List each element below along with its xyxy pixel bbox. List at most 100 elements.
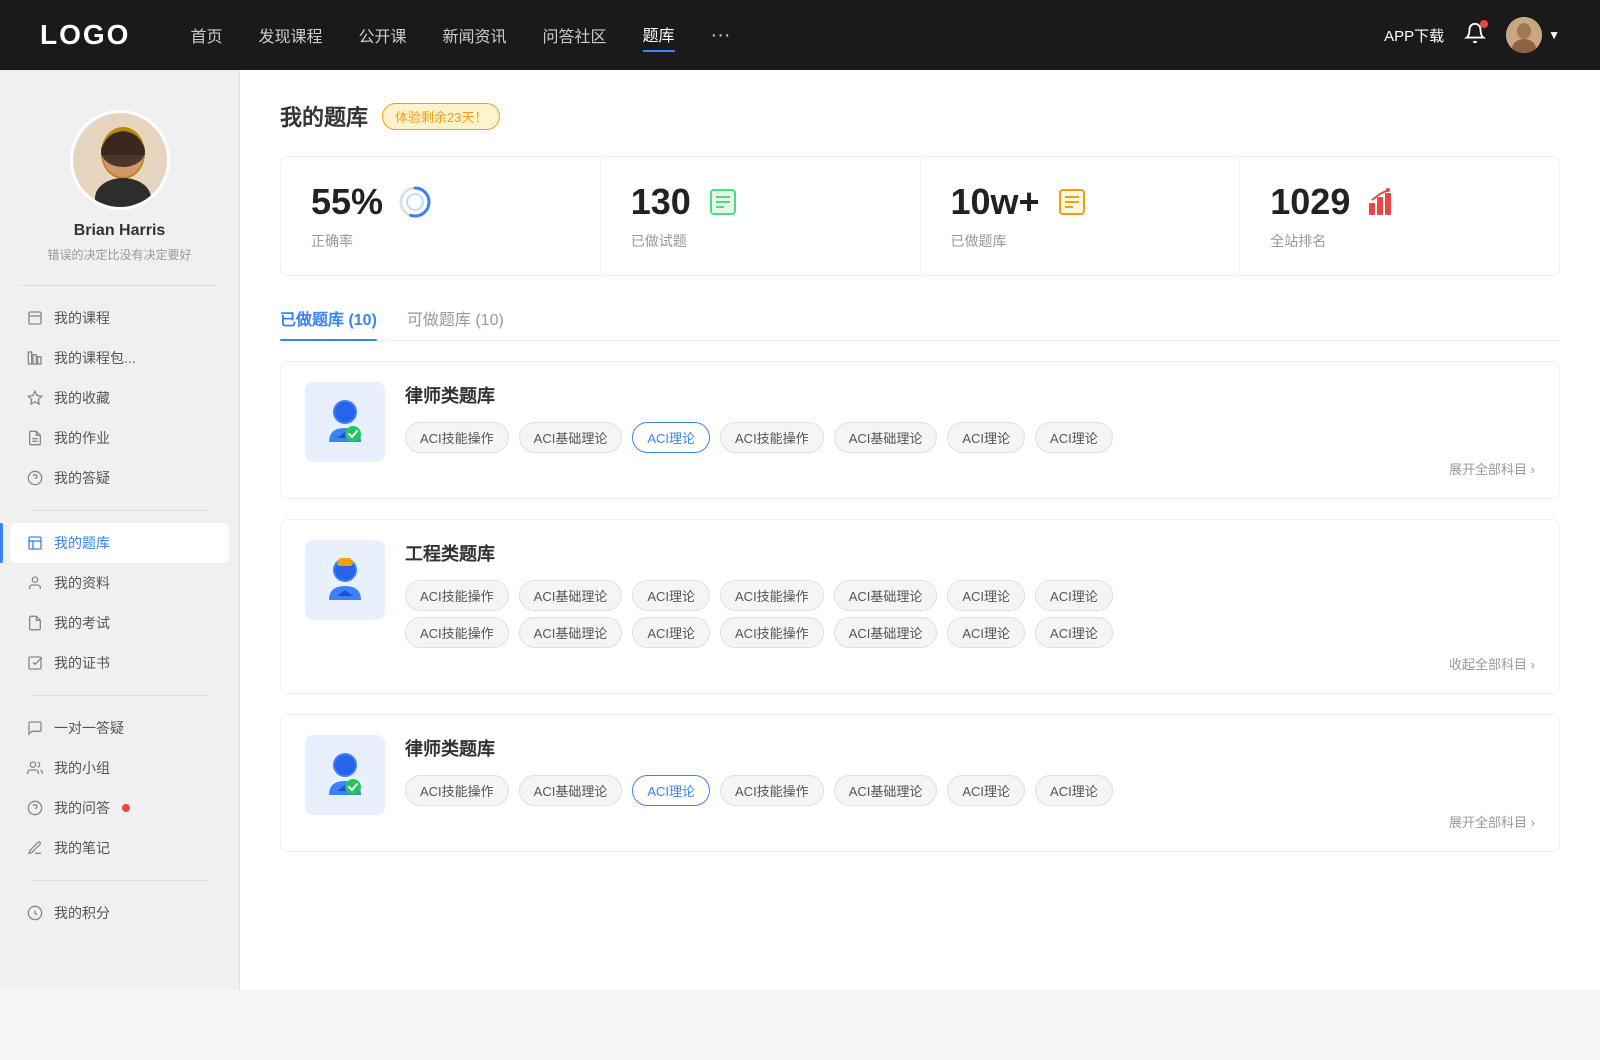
sidebar-divider-4 (30, 880, 209, 881)
header-right: APP下载 ▼ (1384, 17, 1560, 53)
sidebar-item-my-course[interactable]: 我的课程 (10, 298, 229, 338)
my-questions-label: 我的问答 (54, 798, 110, 818)
my-notes-icon (26, 839, 44, 857)
engineer-icon-wrapper (305, 540, 385, 620)
tag-item-active[interactable]: ACI理论 (632, 775, 710, 806)
sidebar-item-my-homework[interactable]: 我的作业 (10, 418, 229, 458)
sidebar-item-my-questions[interactable]: 我的问答 (10, 788, 229, 828)
tag-item[interactable]: ACI基础理论 (519, 775, 623, 806)
sidebar-item-my-qa[interactable]: 我的答疑 (10, 458, 229, 498)
done-questions-icon (705, 184, 741, 220)
stat-accuracy-value: 55% (311, 181, 383, 223)
main-nav: 首页 发现课程 公开课 新闻资讯 问答社区 题库 ··· (190, 18, 1384, 52)
main-content: 我的题库 体验剩余23天！ 55% 正确率 (240, 70, 1600, 990)
tag-item[interactable]: ACI技能操作 (720, 775, 824, 806)
collapse-link-engineer[interactable]: 收起全部科目 › (405, 654, 1535, 673)
header: LOGO 首页 发现课程 公开课 新闻资讯 问答社区 题库 ··· APP下载 (0, 0, 1600, 70)
my-certificate-icon (26, 654, 44, 672)
tag-item[interactable]: ACI技能操作 (405, 775, 509, 806)
accuracy-pie-icon (397, 184, 433, 220)
subject-card-engineer: 工程类题库 ACI技能操作 ACI基础理论 ACI理论 ACI技能操作 ACI基… (280, 519, 1560, 694)
sidebar-item-my-points[interactable]: 我的积分 (10, 893, 229, 933)
stat-done-banks-top: 10w+ (951, 181, 1210, 223)
engineer-title: 工程类题库 (405, 540, 1535, 566)
stat-done-questions-label: 已做试题 (631, 231, 890, 251)
tag-item[interactable]: ACI基础理论 (519, 617, 623, 648)
tag-item[interactable]: ACI技能操作 (405, 617, 509, 648)
stat-ranking: 1029 全站排名 (1240, 157, 1559, 275)
my-course-package-label: 我的课程包... (54, 348, 136, 368)
sidebar-item-my-exam[interactable]: 我的考试 (10, 603, 229, 643)
tag-item[interactable]: ACI理论 (632, 617, 710, 648)
ranking-icon (1364, 184, 1400, 220)
stat-done-banks-label: 已做题库 (951, 231, 1210, 251)
my-course-label: 我的课程 (54, 308, 110, 328)
my-favorites-icon (26, 389, 44, 407)
tag-item[interactable]: ACI基础理论 (519, 422, 623, 453)
tag-item[interactable]: ACI理论 (947, 422, 1025, 453)
stat-accuracy-top: 55% (311, 181, 570, 223)
engineer-tags-row-2: ACI技能操作 ACI基础理论 ACI理论 ACI技能操作 ACI基础理论 AC… (405, 617, 1535, 648)
nav-more[interactable]: ··· (711, 20, 731, 51)
engineer-content: 工程类题库 ACI技能操作 ACI基础理论 ACI理论 ACI技能操作 ACI基… (405, 540, 1535, 673)
subject-card-lawyer-1: 律师类题库 ACI技能操作 ACI基础理论 ACI理论 ACI技能操作 ACI基… (280, 361, 1560, 499)
lawyer-tags-2: ACI技能操作 ACI基础理论 ACI理论 ACI技能操作 ACI基础理论 AC… (405, 775, 1535, 806)
my-profile-label: 我的资料 (54, 573, 110, 593)
tag-item[interactable]: ACI基础理论 (834, 422, 938, 453)
tag-item[interactable]: ACI理论 (947, 617, 1025, 648)
tag-item[interactable]: ACI技能操作 (720, 422, 824, 453)
user-avatar-header[interactable]: ▼ (1506, 17, 1560, 53)
engineer-tags-row-1: ACI技能操作 ACI基础理论 ACI理论 ACI技能操作 ACI基础理论 AC… (405, 580, 1535, 611)
sidebar-item-one-on-one[interactable]: 一对一答疑 (10, 708, 229, 748)
header-avatar-chevron: ▼ (1548, 28, 1560, 42)
notification-bell[interactable] (1464, 22, 1486, 49)
tag-item[interactable]: ACI基础理论 (834, 775, 938, 806)
my-group-icon (26, 759, 44, 777)
nav-discover[interactable]: 发现课程 (258, 19, 322, 51)
sidebar-item-my-favorites[interactable]: 我的收藏 (10, 378, 229, 418)
tag-item[interactable]: ACI理论 (947, 775, 1025, 806)
tag-item[interactable]: ACI理论 (1035, 617, 1113, 648)
app-download-btn[interactable]: APP下载 (1384, 25, 1444, 46)
nav-news[interactable]: 新闻资讯 (443, 19, 507, 51)
sidebar-item-my-notes[interactable]: 我的笔记 (10, 828, 229, 868)
sidebar-item-my-group[interactable]: 我的小组 (10, 748, 229, 788)
stat-done-questions-top: 130 (631, 181, 890, 223)
tag-item[interactable]: ACI理论 (1035, 775, 1113, 806)
my-notes-label: 我的笔记 (54, 838, 110, 858)
tag-item[interactable]: ACI技能操作 (405, 580, 509, 611)
tab-done-banks[interactable]: 已做题库 (10) (280, 306, 377, 340)
sidebar-menu: 我的课程 我的课程包... 我的收藏 我的作业 (0, 298, 239, 933)
sidebar: Brian Harris 错误的决定比没有决定要好 我的课程 我的课程包... (0, 70, 240, 990)
nav-open-course[interactable]: 公开课 (358, 19, 406, 51)
nav-question-bank[interactable]: 题库 (643, 18, 675, 52)
sidebar-divider-1 (20, 285, 219, 286)
sidebar-item-my-profile[interactable]: 我的资料 (10, 563, 229, 603)
nav-qa[interactable]: 问答社区 (543, 19, 607, 51)
tag-item[interactable]: ACI理论 (1035, 422, 1113, 453)
notification-dot (1480, 20, 1488, 28)
tag-item[interactable]: ACI理论 (1035, 580, 1113, 611)
tag-item[interactable]: ACI技能操作 (720, 580, 824, 611)
nav-home[interactable]: 首页 (190, 19, 222, 51)
tab-available-banks[interactable]: 可做题库 (10) (407, 306, 504, 340)
tag-item[interactable]: ACI基础理论 (519, 580, 623, 611)
tag-item[interactable]: ACI基础理论 (834, 617, 938, 648)
expand-link-2[interactable]: 展开全部科目 › (405, 812, 1535, 831)
tag-item[interactable]: ACI理论 (947, 580, 1025, 611)
expand-link-1[interactable]: 展开全部科目 › (405, 459, 1535, 478)
logo: LOGO (40, 19, 130, 51)
stat-done-questions: 130 已做试题 (601, 157, 921, 275)
tag-item[interactable]: ACI技能操作 (405, 422, 509, 453)
tag-item[interactable]: ACI理论 (632, 580, 710, 611)
stat-accuracy: 55% 正确率 (281, 157, 601, 275)
tag-item[interactable]: ACI技能操作 (720, 617, 824, 648)
tag-item[interactable]: ACI基础理论 (834, 580, 938, 611)
sidebar-item-my-certificate[interactable]: 我的证书 (10, 643, 229, 683)
trial-badge: 体验剩余23天！ (382, 103, 500, 130)
my-questions-icon (26, 799, 44, 817)
sidebar-item-my-course-package[interactable]: 我的课程包... (10, 338, 229, 378)
my-qa-icon (26, 469, 44, 487)
tag-item-active[interactable]: ACI理论 (632, 422, 710, 453)
sidebar-item-my-question-bank[interactable]: 我的题库 (10, 523, 229, 563)
